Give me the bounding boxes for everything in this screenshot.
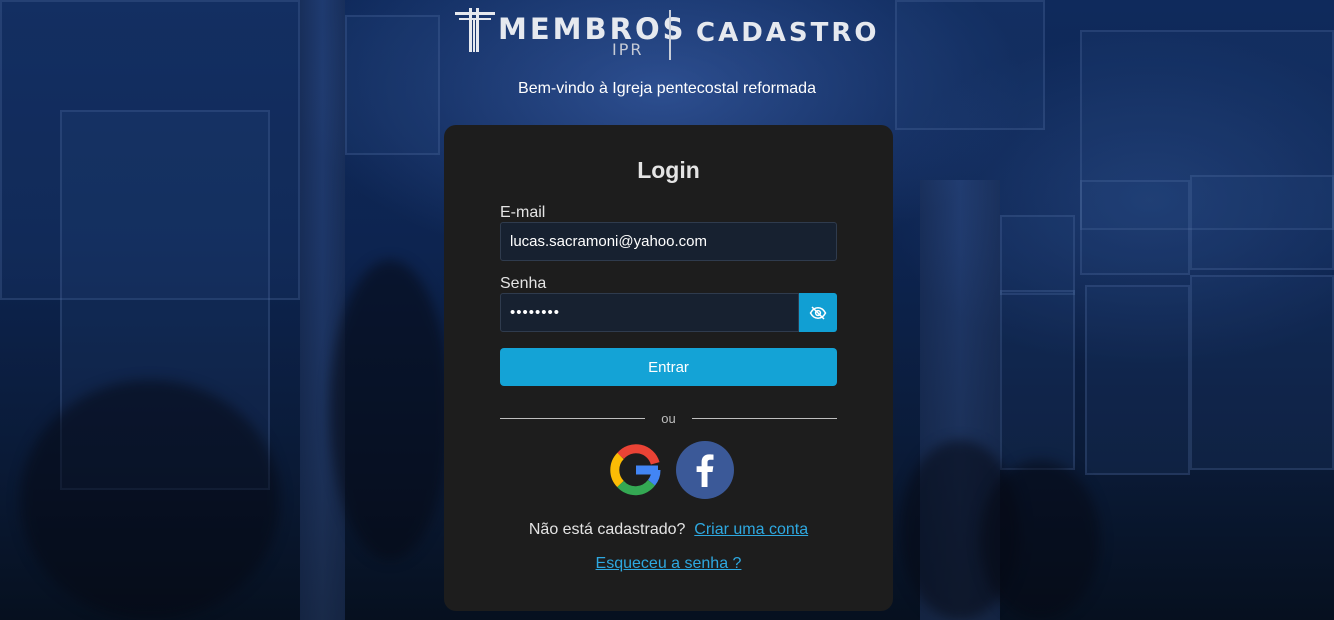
- logo-text: MEMBROS: [498, 12, 687, 46]
- create-account-link[interactable]: Criar uma conta: [694, 521, 808, 538]
- password-label: Senha: [500, 275, 547, 292]
- logo-subtext: IPR: [612, 40, 644, 59]
- email-label: E-mail: [500, 204, 546, 221]
- login-card: Login E-mail Senha Entrar ou Não está ca…: [444, 125, 893, 611]
- welcome-message: Bem-vindo à Igreja pentecostal reformada: [518, 80, 816, 97]
- toggle-password-button[interactable]: [799, 293, 837, 332]
- facebook-login-button[interactable]: [676, 441, 734, 499]
- google-login-button[interactable]: [607, 441, 665, 499]
- section-title: CADASTRO: [696, 18, 880, 48]
- logo-divider: [669, 10, 671, 60]
- forgot-password-row: Esqueceu a senha ?: [444, 555, 893, 573]
- cross-logo-icon: [455, 8, 495, 52]
- facebook-icon: [676, 441, 734, 499]
- separator-line: [692, 418, 837, 419]
- signup-row: Não está cadastrado? Criar uma conta: [444, 521, 893, 539]
- separator-line: [500, 418, 645, 419]
- password-field[interactable]: [500, 293, 799, 332]
- login-title: Login: [637, 157, 700, 183]
- header: MEMBROS IPR CADASTRO Bem-vindo à Igreja …: [0, 0, 1334, 97]
- eye-off-icon: [809, 305, 827, 320]
- forgot-password-link[interactable]: Esqueceu a senha ?: [596, 555, 742, 572]
- google-icon: [610, 444, 661, 496]
- signup-prompt: Não está cadastrado?: [528, 521, 686, 538]
- login-button[interactable]: Entrar: [500, 348, 837, 386]
- separator-text: ou: [661, 411, 676, 426]
- email-field[interactable]: [500, 222, 837, 261]
